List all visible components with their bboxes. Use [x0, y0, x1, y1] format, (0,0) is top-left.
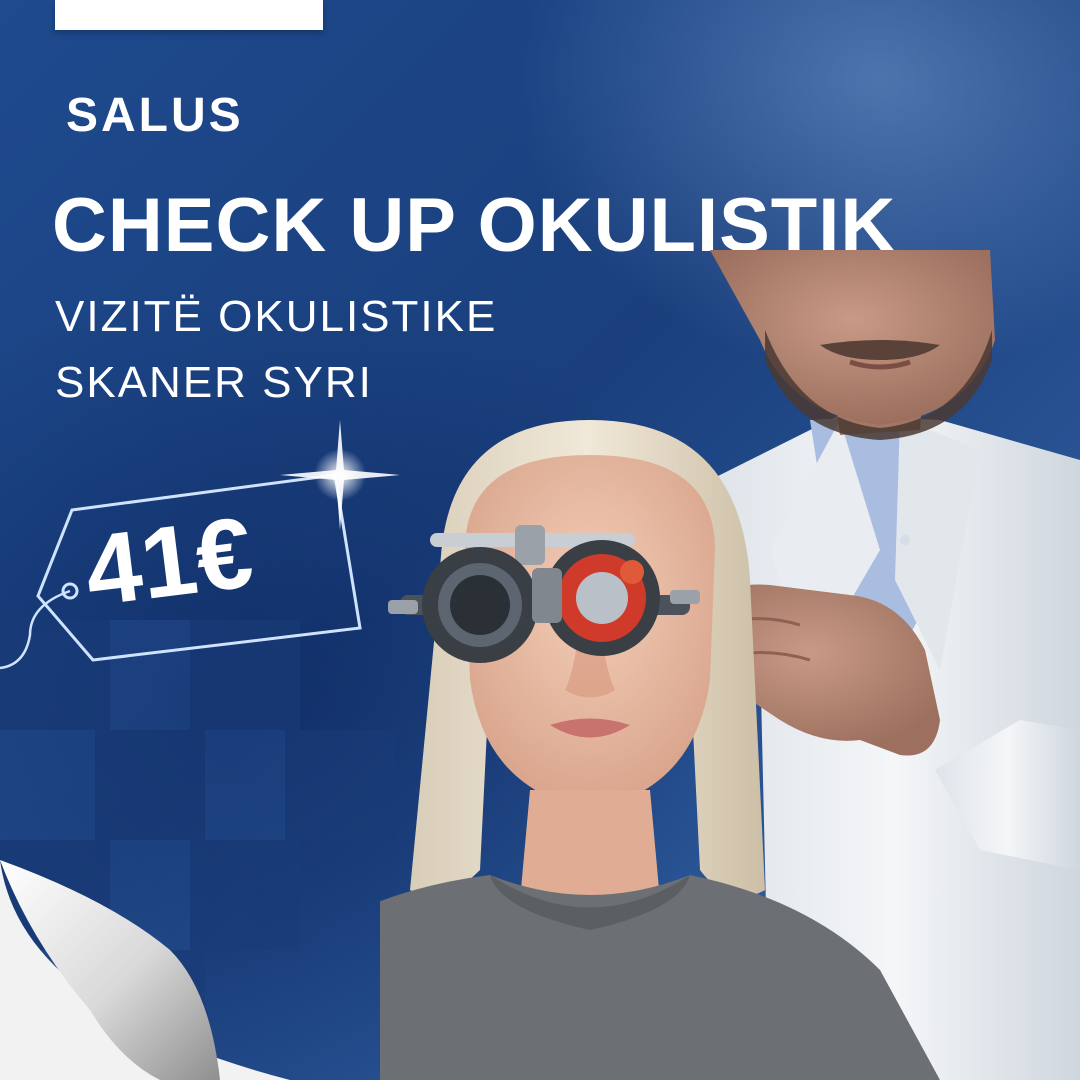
promo-poster: SALUS CHECK UP OKULISTIK VIZITË OKULISTI…	[0, 0, 1080, 1080]
brand-logo: SALUS	[66, 89, 244, 142]
top-white-bar	[55, 0, 323, 30]
eye-exam-photo	[380, 250, 1080, 1080]
sparkle-icon	[280, 420, 400, 530]
price-label: 41€	[79, 496, 259, 628]
service-item-scan: SKANER SYRI	[55, 358, 373, 407]
page-curl-icon	[0, 860, 290, 1080]
